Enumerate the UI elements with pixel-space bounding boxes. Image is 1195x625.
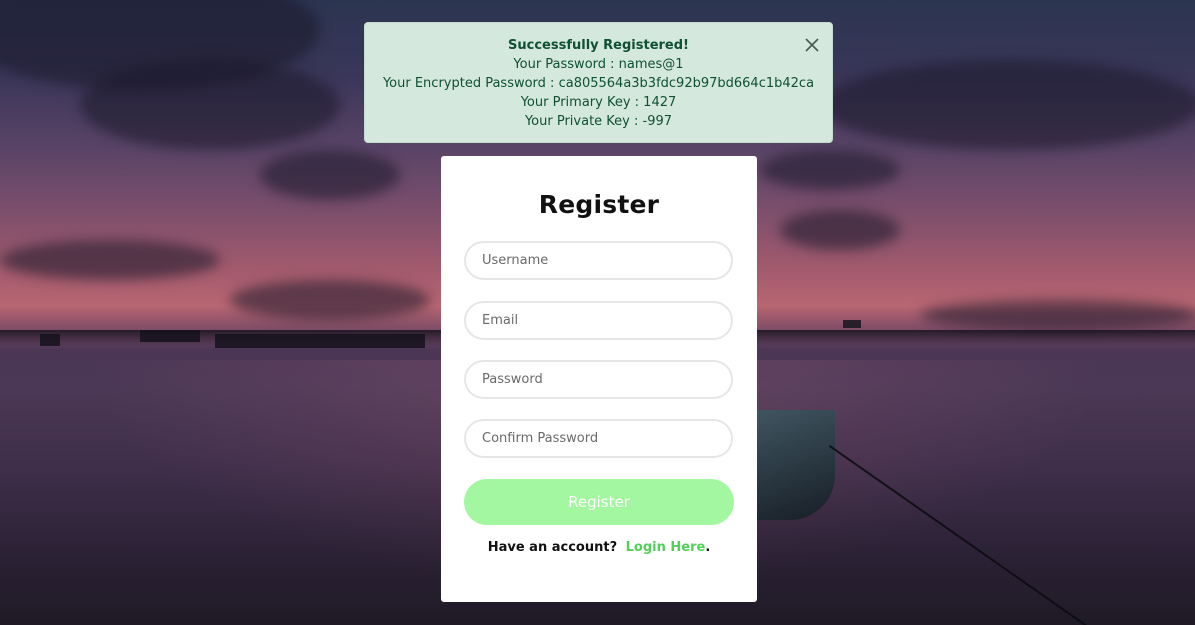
cloud — [260, 150, 400, 200]
email-input[interactable] — [464, 301, 733, 340]
password-input[interactable] — [464, 360, 733, 399]
cloud — [780, 210, 900, 250]
login-link[interactable]: Login Here — [626, 540, 706, 555]
alert-line-private-key: Your Private Key : -997 — [524, 114, 673, 129]
pier — [140, 330, 200, 342]
success-alert: Successfully Registered! Your Password :… — [364, 22, 833, 143]
cloud — [0, 240, 220, 280]
pier — [40, 334, 60, 346]
register-button[interactable]: Register — [464, 479, 734, 525]
cloud — [920, 300, 1195, 330]
alert-line-password: Your Password : names@1 — [513, 57, 684, 72]
register-card: Register Register Have an account? Login… — [441, 156, 757, 602]
cloud — [760, 150, 900, 190]
cloud — [230, 280, 430, 320]
pier — [215, 334, 425, 348]
alert-line-primary-key: Your Primary Key : 1427 — [520, 95, 677, 110]
alert-line-encrypted-password: Your Encrypted Password : ca805564a3b3fd… — [382, 76, 815, 91]
footer-text: Have an account? — [487, 540, 618, 555]
footer-period: . — [705, 540, 711, 555]
distant-boat — [843, 320, 861, 328]
cloud — [820, 60, 1195, 150]
cloud — [80, 60, 340, 150]
page-title: Register — [538, 190, 660, 219]
login-prompt: Have an account? Login Here. — [441, 540, 757, 555]
confirm-password-input[interactable] — [464, 419, 733, 458]
alert-title: Successfully Registered! — [508, 38, 689, 53]
username-input[interactable] — [464, 241, 733, 280]
close-icon[interactable] — [804, 37, 820, 53]
